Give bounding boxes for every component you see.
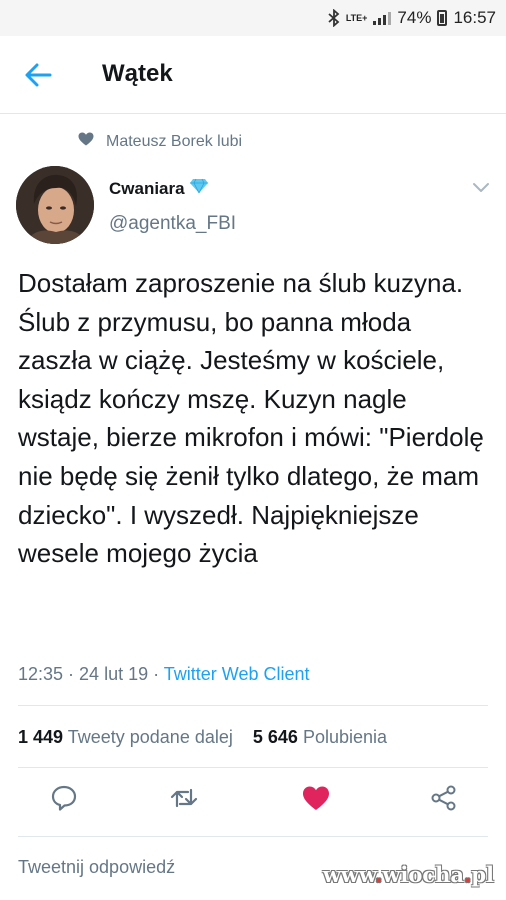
tweet-meta: 12:35 · 24 lut 19 · Twitter Web Client [18, 664, 310, 685]
social-context: Mateusz Borek lubi [78, 132, 242, 151]
watermark-tld: pl [471, 862, 494, 887]
tweet-stats: 1 449 Tweety podane dalej 5 646 Polubien… [18, 727, 387, 748]
retweet-stat[interactable]: 1 449 Tweety podane dalej [18, 727, 233, 747]
meta-separator: · [148, 664, 164, 684]
like-label: Polubienia [302, 727, 388, 747]
watermark-name: wiocha [382, 862, 465, 887]
watermark-prefix: www [322, 862, 375, 887]
reply-icon[interactable] [48, 782, 80, 814]
divider [18, 705, 488, 706]
tweet-text: Dostałam zaproszenie na ślub kuzyna. Ślu… [18, 268, 484, 569]
retweet-icon[interactable] [168, 782, 200, 814]
like-stat[interactable]: 5 646 Polubienia [253, 727, 387, 747]
signal-icon [373, 11, 392, 25]
clock: 16:57 [453, 8, 496, 27]
share-icon[interactable] [428, 782, 460, 814]
chevron-down-icon[interactable] [471, 180, 491, 194]
divider [18, 767, 488, 768]
meta-separator: · [63, 664, 80, 684]
status-bar: LTE+ 74% 16:57 [0, 0, 506, 36]
divider [18, 836, 488, 837]
watermark: www.wiocha.pl [323, 862, 494, 887]
tweet-date: 24 lut 19 [79, 664, 149, 684]
action-bar [0, 782, 506, 822]
retweet-count: 1 449 [18, 727, 64, 747]
reply-input[interactable]: Tweetnij odpowiedź [18, 857, 175, 878]
network-type: LTE+ [345, 12, 368, 23]
battery-percent: 74% [397, 8, 432, 27]
author-name-row[interactable]: Cwaniara [109, 178, 209, 199]
like-count: 5 646 [252, 727, 298, 747]
back-arrow-icon[interactable] [22, 61, 54, 89]
user-handle[interactable]: @agentka_FBI [109, 213, 236, 235]
tweet-client-link[interactable]: Twitter Web Client [164, 664, 310, 684]
heart-small-icon [78, 132, 94, 151]
verified-diamond-icon [189, 178, 209, 199]
like-icon[interactable] [300, 782, 332, 814]
bluetooth-icon [328, 9, 340, 27]
page-title: Wątek [102, 60, 173, 87]
social-context-text: Mateusz Borek lubi [106, 132, 243, 150]
battery-icon [437, 10, 448, 26]
app-bar: Wątek [0, 36, 506, 114]
tweet-time: 12:35 [18, 664, 64, 684]
avatar[interactable] [16, 166, 94, 244]
display-name[interactable]: Cwaniara [109, 179, 185, 199]
retweet-label: Tweety podane dalej [67, 727, 233, 747]
